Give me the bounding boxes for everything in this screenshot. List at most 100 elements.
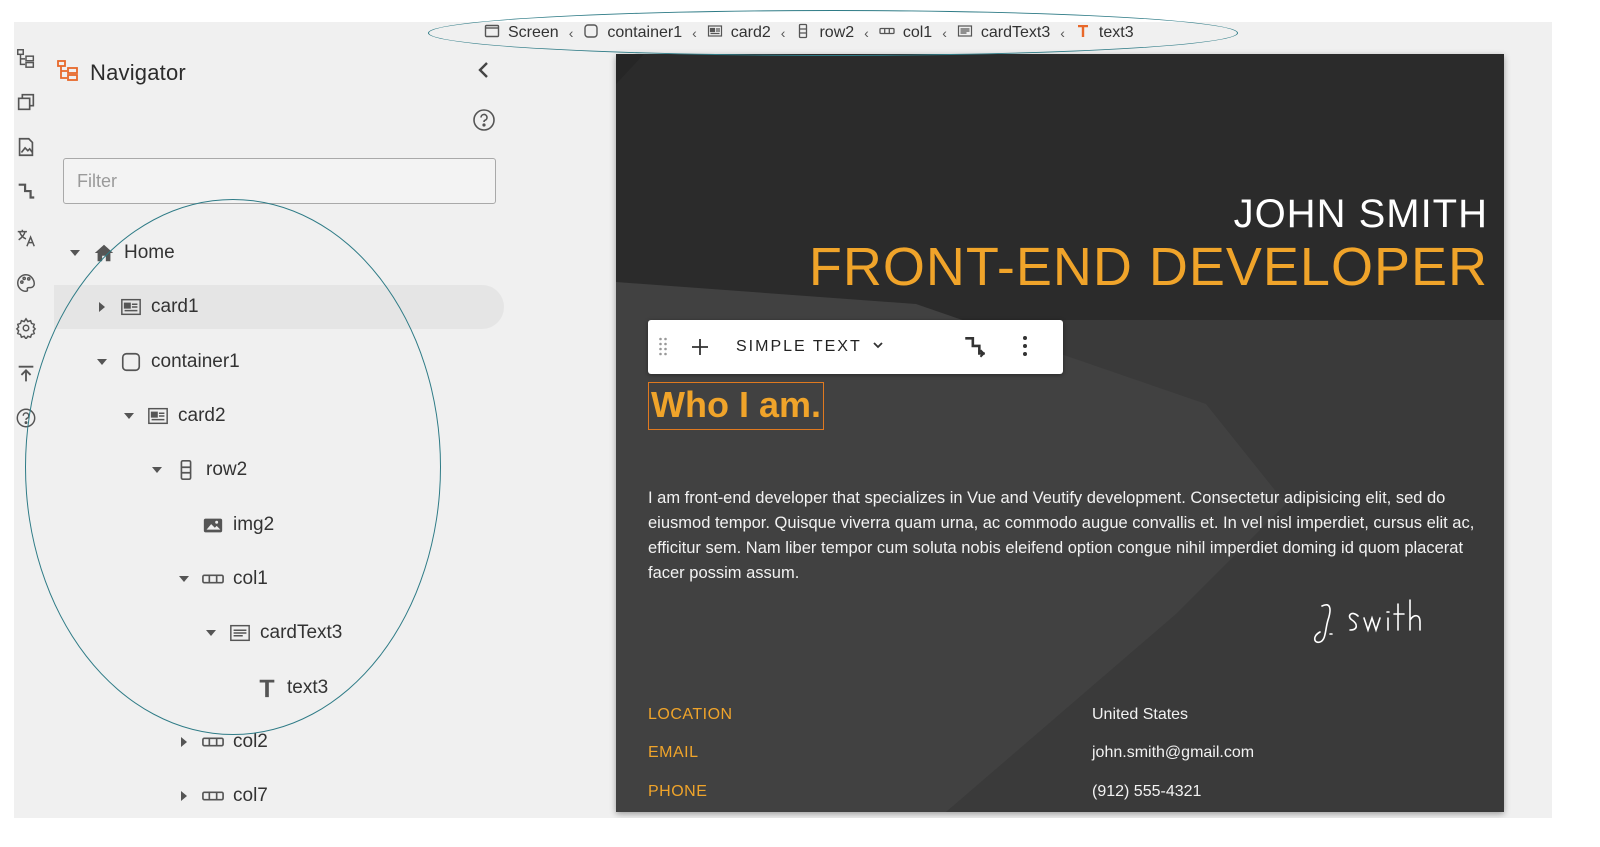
tree-item-label: card2 <box>178 405 226 426</box>
tree-item-label: cardText3 <box>260 622 343 643</box>
caret-down-icon[interactable] <box>68 246 82 260</box>
breadcrumb-item-row2[interactable]: row2 <box>795 23 854 44</box>
tree-item-label: card1 <box>151 296 199 317</box>
help-icon[interactable] <box>14 406 38 430</box>
info-value-email: john.smith@gmail.com <box>1092 744 1255 761</box>
info-label-phone: PHONE <box>648 783 708 800</box>
breadcrumb-label: text3 <box>1098 24 1134 41</box>
tree-item-col7[interactable]: col7 <box>177 774 268 818</box>
container-icon <box>583 23 599 44</box>
navigator-help-icon[interactable] <box>470 106 498 134</box>
settings-icon[interactable] <box>14 316 38 340</box>
tree-item-img2[interactable]: img2 <box>177 503 274 547</box>
chevron-left-icon: ‹ <box>568 25 574 41</box>
column-icon <box>879 23 895 44</box>
breadcrumb-label: col1 <box>902 24 933 41</box>
canvas-card[interactable]: JOHN SMITH FRONT-END DEVELOPER SIMPLE TE… <box>616 54 1504 812</box>
caret-down-icon[interactable] <box>204 626 218 640</box>
tree-item-label: row2 <box>206 459 248 480</box>
assets-icon[interactable] <box>14 135 38 159</box>
navigator-icon[interactable] <box>14 46 38 70</box>
section-heading-text3[interactable]: Who I am. <box>648 382 824 430</box>
breadcrumb-item-screen[interactable]: Screen <box>484 23 559 44</box>
caret-right-icon[interactable] <box>95 300 109 314</box>
caret-down-icon[interactable] <box>150 463 164 477</box>
tree-item-col2[interactable]: col2 <box>177 720 268 764</box>
chevron-left-icon: ‹ <box>692 25 697 41</box>
profile-name: JOHN SMITH <box>1233 192 1488 236</box>
breadcrumb-label: cardText3 <box>980 24 1051 41</box>
chevron-left-icon: ‹ <box>864 25 869 41</box>
drag-handle-icon[interactable] <box>648 336 678 358</box>
breadcrumb-label: container1 <box>607 24 683 41</box>
breadcrumb-item-container1[interactable]: container1 <box>583 23 682 44</box>
more-options-icon[interactable] <box>1022 334 1028 363</box>
tree-item-label: Home <box>124 242 175 263</box>
breadcrumb-label: Screen <box>508 24 559 41</box>
text-icon <box>255 676 279 700</box>
bio-paragraph[interactable]: I am front-end developer that specialize… <box>648 486 1478 586</box>
image-icon <box>201 513 225 537</box>
column-icon <box>201 567 225 591</box>
breadcrumb-item-cardtext3[interactable]: cardText3 <box>957 23 1050 44</box>
tree-item-card2[interactable]: card2 <box>122 394 226 438</box>
card-icon <box>707 23 723 44</box>
text-icon <box>1075 23 1091 44</box>
element-type-label: SIMPLE TEXT <box>736 338 862 355</box>
info-value-location: United States <box>1092 706 1189 723</box>
element-toolbar: SIMPLE TEXT <box>648 320 1063 374</box>
tree-item-container1[interactable]: container1 <box>95 340 240 384</box>
column-icon <box>201 730 225 754</box>
home-icon <box>92 241 116 265</box>
column-icon <box>201 784 225 808</box>
chevron-left-icon: ‹ <box>942 25 947 41</box>
caret-down-icon[interactable] <box>177 572 191 586</box>
flow-icon[interactable] <box>14 180 38 204</box>
card-text-icon <box>228 621 252 645</box>
flow-icon[interactable] <box>962 334 988 365</box>
row-icon <box>795 23 811 44</box>
breadcrumb: Screen ‹ container1 ‹ card2 ‹ row2 ‹ col… <box>484 22 1134 44</box>
caret-down-icon[interactable] <box>122 409 136 423</box>
tree-item-cardtext3[interactable]: cardText3 <box>204 611 342 655</box>
upload-icon[interactable] <box>14 362 38 386</box>
tree-item-label: col1 <box>233 568 268 589</box>
card-background-shape <box>616 54 1286 812</box>
tree-item-home[interactable]: Home <box>68 231 175 275</box>
add-icon[interactable] <box>678 338 722 356</box>
translate-icon[interactable] <box>14 226 38 250</box>
card-icon <box>119 295 143 319</box>
caret-right-icon[interactable] <box>177 735 191 749</box>
filter-input[interactable] <box>63 158 496 204</box>
info-label-location: LOCATION <box>648 706 733 723</box>
navigator-title: Navigator <box>90 59 186 85</box>
palette-icon[interactable] <box>14 271 38 295</box>
breadcrumb-label: row2 <box>819 24 855 41</box>
tree-item-label: col7 <box>233 785 268 806</box>
screen-icon <box>484 23 500 44</box>
app-window: Navigator Home card1 container1 <box>14 22 1552 818</box>
caret-down-icon[interactable] <box>95 355 109 369</box>
tree-item-col1[interactable]: col1 <box>177 557 268 601</box>
tree-item-card1[interactable]: card1 <box>54 285 504 329</box>
breadcrumb-item-text3[interactable]: text3 <box>1075 23 1134 44</box>
breadcrumb-label: card2 <box>730 24 771 41</box>
navigator-brand-icon <box>56 58 80 87</box>
tree-item-label: col2 <box>233 731 268 752</box>
tree-item-row2[interactable]: row2 <box>150 448 247 492</box>
breadcrumb-item-col1[interactable]: col1 <box>879 23 932 44</box>
collapse-panel-button[interactable] <box>470 56 498 84</box>
info-label-email: EMAIL <box>648 744 699 761</box>
breadcrumb-item-card2[interactable]: card2 <box>707 23 771 44</box>
chevron-left-icon: ‹ <box>1060 25 1065 41</box>
chevron-down-icon <box>872 338 884 356</box>
caret-right-icon[interactable] <box>177 789 191 803</box>
signature-image <box>1313 599 1421 644</box>
element-type-select[interactable]: SIMPLE TEXT <box>736 338 884 356</box>
row-icon <box>174 458 198 482</box>
info-value-phone: (912) 555-4321 <box>1092 783 1202 800</box>
tree-item-text3[interactable]: text3 <box>231 666 328 710</box>
card-icon <box>146 404 170 428</box>
layers-icon[interactable] <box>14 90 38 114</box>
tree-item-label: text3 <box>287 677 329 698</box>
